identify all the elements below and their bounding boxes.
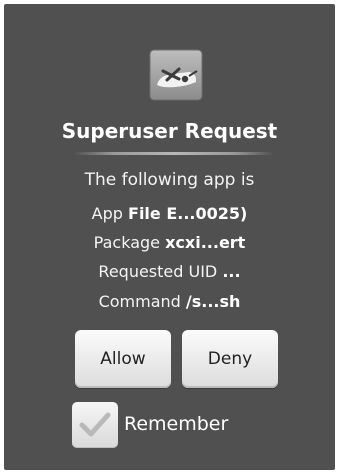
command-label: Command	[98, 292, 181, 311]
package-line: Package xcxi...ert	[4, 232, 335, 254]
command-value: /s...sh	[185, 292, 241, 311]
intro-text: The following app is	[84, 170, 255, 190]
dialog-title: Superuser Request	[61, 119, 278, 143]
app-line: App File E...0025)	[4, 203, 335, 225]
deny-button[interactable]: Deny	[182, 330, 278, 388]
superuser-request-dialog: Superuser Request The following app is A…	[4, 4, 335, 470]
uid-label: Requested UID	[98, 262, 218, 281]
app-label: App	[91, 204, 123, 223]
checkmark-icon	[79, 412, 111, 437]
allow-button[interactable]: Allow	[75, 330, 171, 388]
remember-label[interactable]: Remember	[124, 412, 228, 436]
app-value: File E...0025)	[128, 204, 248, 223]
package-value: xcxi...ert	[165, 233, 246, 252]
superuser-pirate-icon	[149, 49, 203, 101]
title-divider	[74, 152, 274, 155]
command-line: Command /s...sh	[4, 291, 335, 313]
uid-value: ...	[222, 262, 241, 281]
package-label: Package	[93, 233, 160, 252]
remember-checkbox[interactable]	[72, 402, 118, 448]
uid-line: Requested UID ...	[4, 261, 335, 283]
